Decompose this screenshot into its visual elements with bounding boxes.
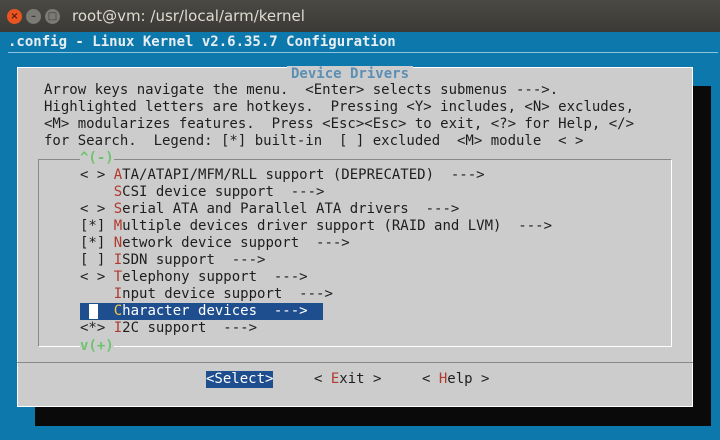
help-button-rest: elp >: [447, 371, 490, 387]
config-header: .config - Linux Kernel v2.6.35.7 Configu…: [8, 34, 396, 50]
scroll-up-indicator[interactable]: ^(-): [80, 150, 114, 167]
menu-item-hotkey: I: [113, 320, 123, 336]
help-line-2: Highlighted letters are hotkeys. Pressin…: [44, 99, 635, 115]
window-titlebar[interactable]: × – □ root@vm: /usr/local/arm/kernel: [0, 0, 720, 32]
menu-item-label: nput device support --->: [122, 286, 333, 302]
menu-item[interactable]: SCSI device support --->: [80, 184, 325, 201]
menu-item[interactable]: < > Serial ATA and Parallel ATA drivers …: [80, 201, 459, 218]
menu-item-hotkey: M: [113, 218, 123, 234]
menu-item-label: TA/ATAPI/MFM/RLL support (DEPRECATED) --…: [122, 167, 485, 183]
exit-button-rest: xit >: [339, 371, 382, 387]
menu-item-hotkey: N: [113, 235, 123, 251]
menu-item[interactable]: [*] Multiple devices driver support (RAI…: [80, 218, 552, 235]
header-divider: [8, 52, 718, 53]
menu-item-label: etwork device support --->: [122, 235, 350, 251]
help-button[interactable]: < Help >: [422, 371, 489, 388]
close-icon[interactable]: ×: [7, 9, 22, 24]
menu-item-label: 2C support --->: [122, 320, 258, 336]
dialog-title: Device Drivers: [287, 66, 414, 83]
select-button[interactable]: <Select>: [206, 371, 274, 388]
menu-item[interactable]: < > ATA/ATAPI/MFM/RLL support (DEPRECATE…: [80, 167, 485, 184]
menu-item-prefix: [80, 286, 114, 302]
menu-item-prefix: [*]: [80, 218, 114, 234]
menu-item[interactable]: [ ] ISDN support --->: [80, 252, 265, 269]
help-line-1: Arrow keys navigate the menu. <Enter> se…: [44, 82, 559, 98]
menu-item[interactable]: <*> I2C support --->: [80, 320, 257, 337]
menu-item-label: haracter devices --->: [122, 303, 308, 319]
menu-item-hotkey: C: [113, 303, 123, 319]
exit-button-left: <: [314, 371, 331, 387]
exit-button[interactable]: < Exit >: [314, 371, 381, 388]
minimize-icon[interactable]: –: [26, 9, 41, 24]
menu-item-prefix: [80, 184, 114, 200]
help-line-4: for Search. Legend: [*] built-in [ ] exc…: [44, 133, 584, 149]
menu-item-label: elephony support --->: [122, 269, 308, 285]
help-line-3: <M> modularizes features. Press <Esc><Es…: [44, 116, 635, 132]
menu-item-hotkey: S: [113, 184, 123, 200]
menu-item-label: ultiple devices driver support (RAID and…: [122, 218, 553, 234]
menu-item[interactable]: Input device support --->: [80, 286, 333, 303]
menu-item-hotkey: T: [113, 269, 123, 285]
menu-item-hotkey: I: [113, 286, 123, 302]
menu-item-prefix: [ ]: [80, 252, 114, 268]
scroll-down-indicator[interactable]: v(+): [80, 338, 114, 355]
menu-item-prefix: [*]: [80, 235, 114, 251]
menu-item-selected[interactable]: Character devices --->: [80, 303, 308, 320]
maximize-icon[interactable]: □: [45, 9, 60, 24]
menu-item-prefix: < >: [80, 269, 114, 285]
menu-item-label: CSI device support --->: [122, 184, 325, 200]
menu-item-hotkey: S: [113, 201, 123, 217]
window-title: root@vm: /usr/local/arm/kernel: [72, 7, 305, 25]
menu-item-label: SDN support --->: [122, 252, 266, 268]
menu-item-label: erial ATA and Parallel ATA drivers --->: [122, 201, 460, 217]
menu-item-prefix: < >: [80, 167, 114, 183]
menu-item-hotkey: I: [113, 252, 123, 268]
button-divider: [17, 362, 693, 363]
menu-item-prefix: < >: [80, 201, 114, 217]
help-button-left: <: [422, 371, 439, 387]
menu-item[interactable]: < > Telephony support --->: [80, 269, 308, 286]
menu-item[interactable]: [*] Network device support --->: [80, 235, 350, 252]
menu-item-hotkey: A: [113, 167, 123, 183]
menu-item-prefix: <*>: [80, 320, 114, 336]
menu-item-prefix: [80, 303, 114, 319]
